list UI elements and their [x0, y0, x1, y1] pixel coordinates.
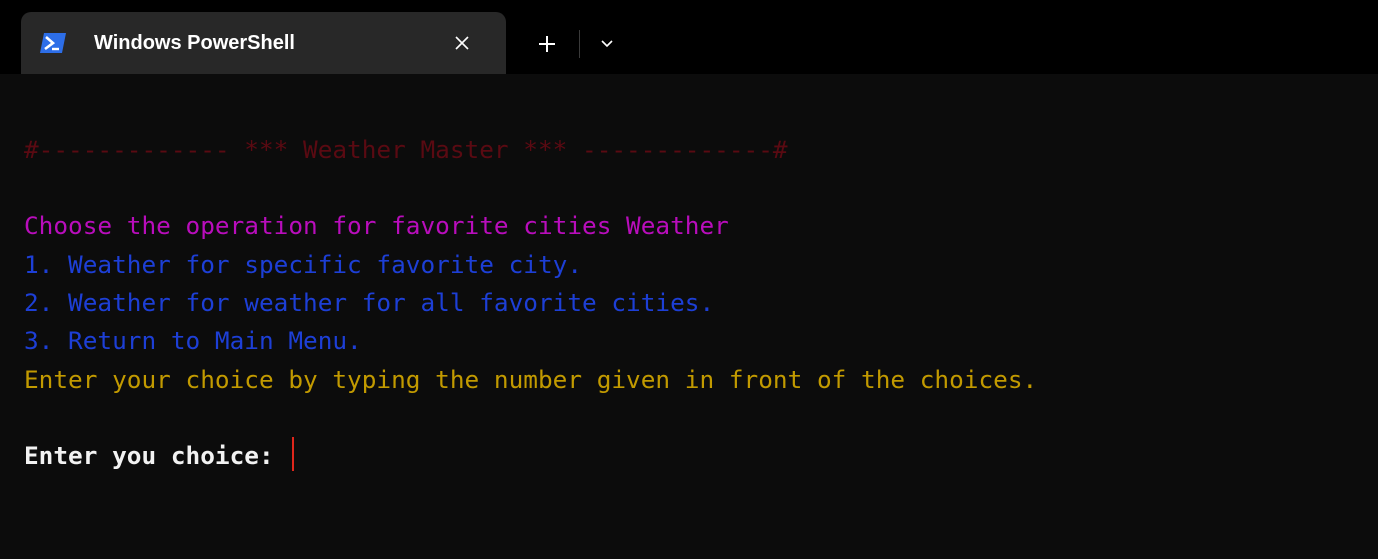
menu-instruction: Enter your choice by typing the number g…: [24, 365, 1038, 394]
menu-option-2: 2. Weather for weather for all favorite …: [24, 288, 715, 317]
menu-heading: Choose the operation for favorite cities…: [24, 211, 729, 240]
tab-windows-powershell[interactable]: Windows PowerShell: [21, 12, 506, 74]
plus-icon[interactable]: [527, 26, 567, 62]
choice-prompt: Enter you choice:: [24, 441, 289, 470]
tab-separator: [579, 30, 580, 58]
choice-prompt-line[interactable]: Enter you choice:: [24, 436, 295, 476]
menu-option-1: 1. Weather for specific favorite city.: [24, 250, 583, 279]
terminal-window: Windows PowerShell #------------- *** We…: [0, 0, 1378, 559]
close-icon[interactable]: [447, 28, 477, 58]
chevron-down-icon[interactable]: [590, 28, 624, 60]
terminal-output[interactable]: #------------- *** Weather Master *** --…: [0, 74, 1378, 559]
tab-title: Windows PowerShell: [94, 32, 295, 54]
tab-strip: Windows PowerShell: [0, 0, 1378, 74]
text-cursor: [292, 437, 295, 471]
app-banner: #------------- *** Weather Master *** --…: [24, 135, 788, 164]
powershell-icon: [40, 32, 66, 54]
menu-option-3: 3. Return to Main Menu.: [24, 326, 362, 355]
